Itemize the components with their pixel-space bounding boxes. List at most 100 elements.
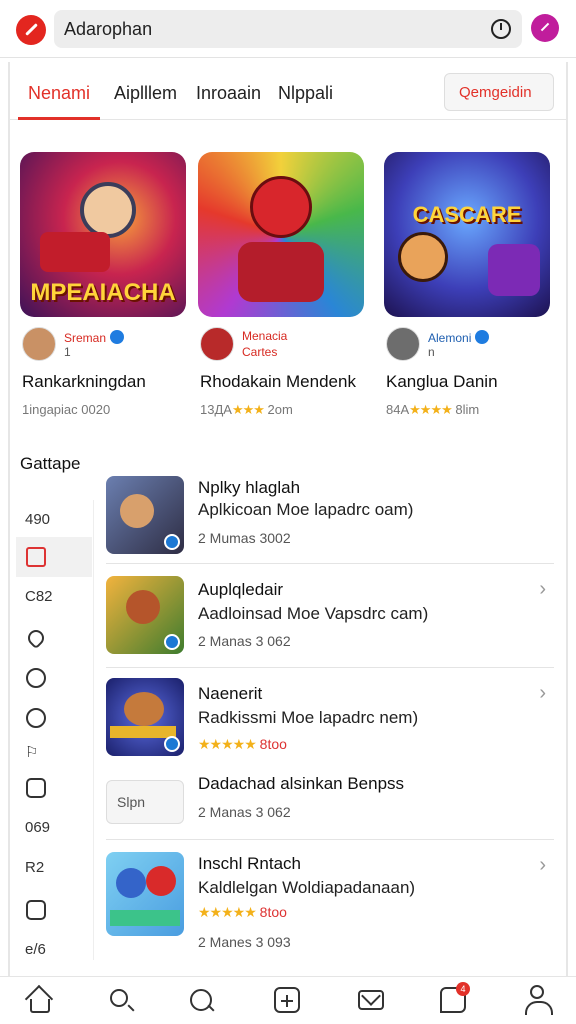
- developer-subtitle: n: [428, 345, 435, 359]
- app-badge-icon: [164, 534, 180, 550]
- developer-avatar: [386, 327, 420, 361]
- mail-icon[interactable]: [358, 990, 384, 1010]
- search-bar[interactable]: Adarophan: [54, 10, 522, 48]
- verified-icon: [110, 330, 125, 344]
- developer-avatar: [22, 327, 56, 361]
- edit-icon: [26, 778, 46, 798]
- sidebar-item[interactable]: 490: [16, 500, 92, 540]
- home-icon: [26, 547, 46, 567]
- character-graphic: [124, 692, 164, 726]
- app-title[interactable]: Inschl Rntach: [198, 854, 301, 874]
- sidebar-item[interactable]: 069: [16, 808, 92, 848]
- bottom-navigation: [0, 976, 576, 1024]
- developer-name: Menacia: [242, 329, 288, 343]
- game-title[interactable]: Rhodakain Mendenk: [200, 372, 356, 392]
- home-icon[interactable]: [30, 999, 50, 1013]
- developer-row[interactable]: Menacia Cartes: [198, 326, 364, 364]
- search-icon[interactable]: [110, 989, 128, 1007]
- developer-row[interactable]: Sreman 1: [20, 326, 186, 364]
- logo-banner-graphic: [110, 910, 180, 926]
- clock-icon[interactable]: [491, 19, 511, 39]
- app-description: Kaldlelgan Woldiapadanaan): [198, 878, 416, 897]
- sidebar-item[interactable]: ⚐: [16, 732, 92, 772]
- app-meta: 2 Mumas 3002: [198, 530, 291, 546]
- vehicle-graphic: [488, 244, 540, 296]
- character-graphic: [116, 868, 146, 898]
- tab-2[interactable]: Aiplllem: [114, 83, 177, 104]
- app-title[interactable]: Dadachad alsinkan Benpss: [198, 774, 404, 794]
- profile-avatar[interactable]: [531, 14, 559, 42]
- character-body-graphic: [238, 242, 324, 302]
- chevron-right-icon[interactable]: ›: [539, 854, 546, 877]
- category-button[interactable]: Qemgeidin: [444, 73, 554, 111]
- app-list-item[interactable]: Naenerit Radkissmi Moe lapadrc nem) ★★★★…: [106, 668, 554, 770]
- profile-icon[interactable]: [525, 985, 553, 1015]
- character-graphic: [120, 494, 154, 528]
- character-graphic: [80, 182, 136, 238]
- game-meta: 84А★★★★ 8lim: [386, 402, 480, 417]
- app-icon[interactable]: [106, 576, 184, 654]
- app-icon[interactable]: [106, 678, 184, 756]
- game-thumbnail[interactable]: MPEAIACHA: [20, 152, 186, 317]
- app-title[interactable]: Auplqledair: [198, 580, 283, 600]
- app-title[interactable]: Naenerit: [198, 684, 262, 704]
- tab-3[interactable]: Inroaain: [196, 83, 261, 104]
- featured-card[interactable]: CASCARE Alemoni n Kanglua Danin 84А★★★★ …: [384, 152, 550, 417]
- app-description: Aplkicoan Moe lapadrc oam): [198, 500, 414, 519]
- sidebar-item[interactable]: [16, 768, 92, 808]
- ad-search-box[interactable]: Slpn: [106, 780, 184, 824]
- developer-subtitle: Cartes: [242, 345, 278, 359]
- tab-1[interactable]: Nenami: [28, 83, 90, 104]
- app-list-item[interactable]: Inschl Rntach Kaldlelgan Woldiapadanaan)…: [106, 840, 554, 956]
- character-graphic: [126, 590, 160, 624]
- chevron-right-icon[interactable]: ›: [539, 682, 546, 705]
- app-icon[interactable]: [106, 476, 184, 554]
- top-bar: Adarophan: [0, 0, 576, 58]
- thumbnail-title: CASCARE: [412, 202, 522, 227]
- sidebar-item[interactable]: C82: [16, 577, 92, 617]
- sidebar-item-active[interactable]: [16, 537, 92, 577]
- app-badge-icon: [164, 634, 180, 650]
- app-title[interactable]: Nplky hlaglah: [198, 478, 300, 498]
- clock-icon: [26, 668, 46, 688]
- logo-banner-graphic: [110, 726, 176, 738]
- verified-icon: [475, 330, 490, 344]
- app-description: Aadloinsad Moe Vapsdrc cam): [198, 604, 429, 623]
- sidebar-item[interactable]: [16, 618, 92, 658]
- app-list-item[interactable]: Auplqledair Aadloinsad Moe Vapsdrc cam) …: [106, 564, 554, 668]
- game-title[interactable]: Kanglua Danin: [386, 372, 498, 392]
- sidebar-item[interactable]: e/6: [16, 930, 92, 970]
- sidebar-item[interactable]: [16, 890, 92, 930]
- section-title: Gattape: [20, 454, 81, 473]
- character-graphic: [398, 232, 448, 282]
- tab-bar: Nenami Aiplllem Inroaain Nlppali Qemgeid…: [10, 62, 566, 120]
- app-rating: ★★★★★ 8too: [198, 904, 287, 920]
- search-input[interactable]: Adarophan: [64, 19, 152, 40]
- tab-4[interactable]: Nlppali: [278, 83, 333, 104]
- game-meta: 1іngapiac 0020: [22, 402, 111, 417]
- game-thumbnail[interactable]: [198, 152, 364, 317]
- game-meta: 13ДА★★★ 2om: [200, 402, 293, 417]
- game-thumbnail[interactable]: CASCARE: [384, 152, 550, 317]
- app-meta: ★★★★★ 8too: [198, 736, 287, 752]
- discover-icon[interactable]: [190, 989, 212, 1011]
- featured-card[interactable]: MPEAIACHA Sreman 1 Rankarkningdan 1іngap…: [20, 152, 186, 417]
- sidebar-item[interactable]: R2: [16, 848, 92, 888]
- app-list-item[interactable]: Nplky hlaglah Aplkicoan Moe lapadrc oam)…: [106, 474, 554, 564]
- chevron-right-icon[interactable]: ›: [539, 578, 546, 601]
- featured-card[interactable]: Menacia Cartes Rhodakain Mendenk 13ДА★★★…: [198, 152, 364, 417]
- developer-row[interactable]: Alemoni n: [384, 326, 550, 364]
- ad-label: Slpn: [117, 794, 146, 810]
- app-icon[interactable]: [106, 852, 184, 936]
- app-list-item-ad[interactable]: Slpn Dadachad alsinkan Benpss 2 Manas 3 …: [106, 770, 554, 840]
- game-title[interactable]: Rankarkningdan: [22, 372, 146, 392]
- app-logo-icon[interactable]: [16, 15, 46, 45]
- sidebar-item[interactable]: [16, 658, 92, 698]
- notification-badge: 4: [456, 982, 470, 996]
- app-meta: 2 Manas 3 062: [198, 804, 291, 820]
- active-tab-indicator: [18, 117, 100, 120]
- weapon-graphic: [40, 232, 110, 272]
- app-description: Radkissmi Moe lapadrc nem): [198, 708, 419, 727]
- add-icon[interactable]: [274, 987, 300, 1013]
- developer-subtitle: 1: [64, 345, 71, 359]
